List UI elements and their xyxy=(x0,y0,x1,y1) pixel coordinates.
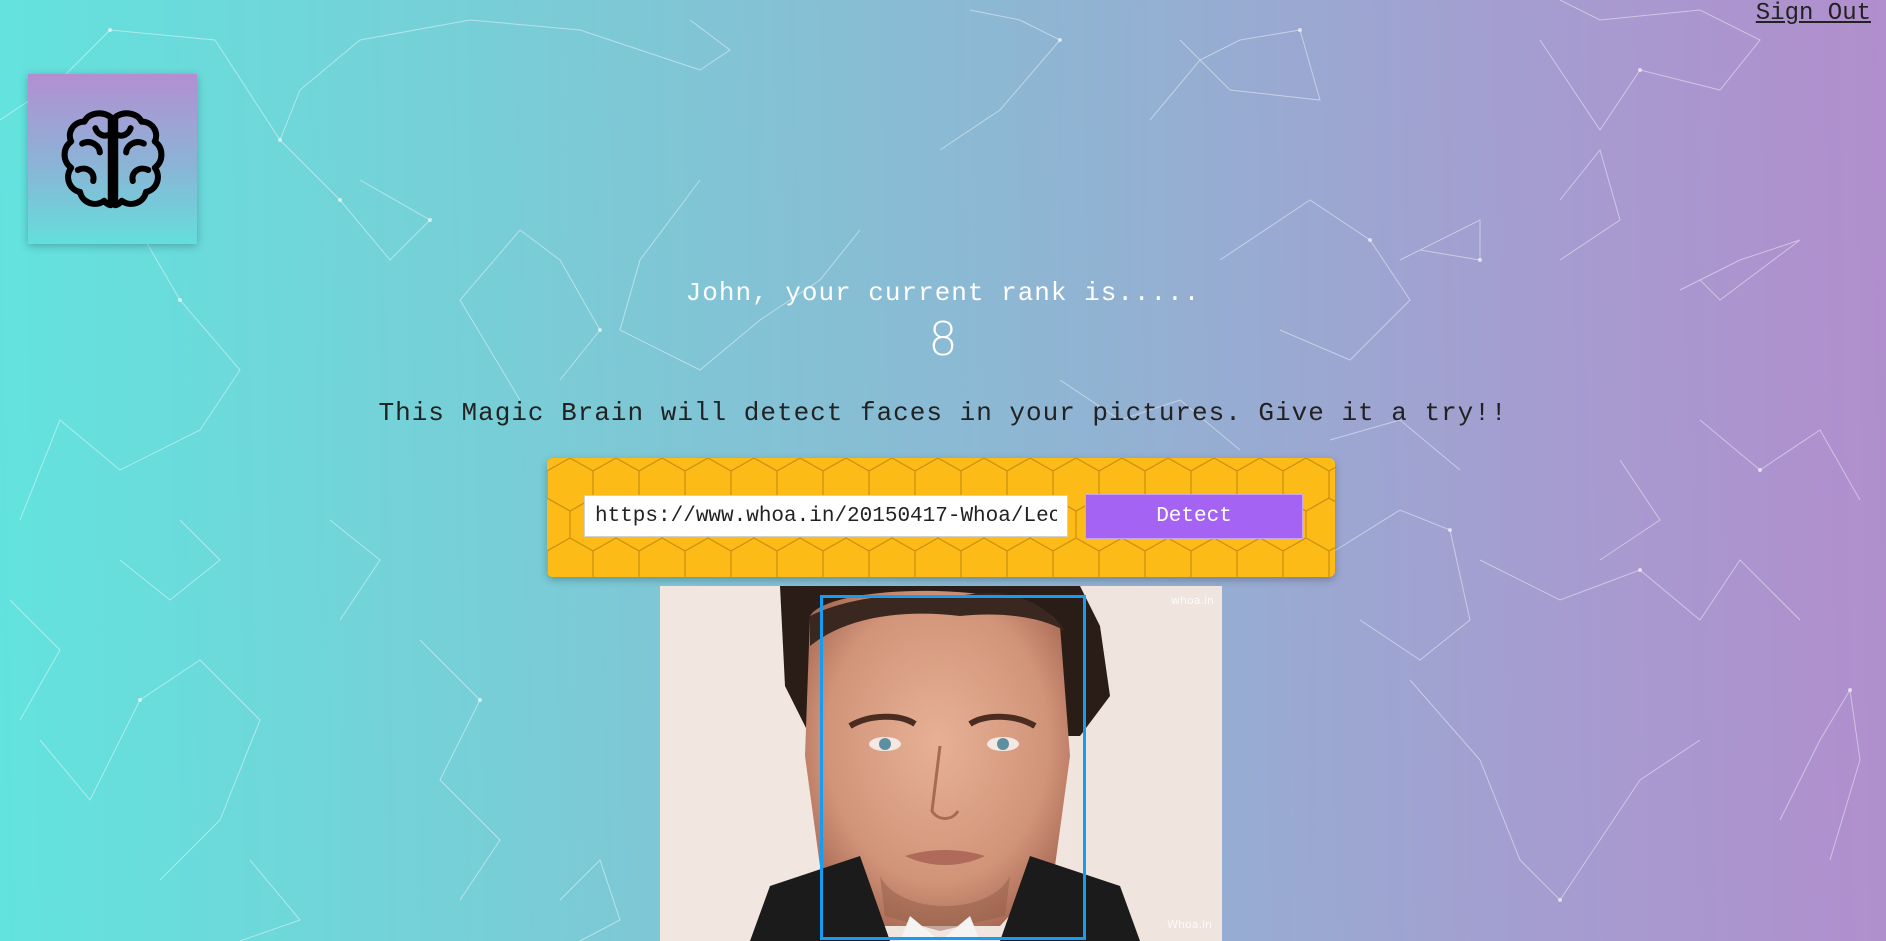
rank-value: 8 xyxy=(928,312,958,366)
watermark-bottom: Whoa.in xyxy=(1167,918,1212,931)
image-url-form: Detect xyxy=(547,458,1335,577)
brain-logo-card xyxy=(28,74,197,244)
rank-message: John, your current rank is..... xyxy=(685,278,1201,308)
watermark-top: whoa.in xyxy=(1171,594,1214,607)
detection-result-image: whoa.in Whoa.in xyxy=(660,586,1222,941)
tagline: This Magic Brain will detect faces in yo… xyxy=(378,398,1508,428)
face-bounding-box xyxy=(820,595,1086,940)
detect-button[interactable]: Detect xyxy=(1085,494,1303,539)
sign-out-link[interactable]: Sign Out xyxy=(1756,0,1871,28)
image-url-input[interactable] xyxy=(584,495,1068,537)
brain-icon xyxy=(61,110,164,209)
